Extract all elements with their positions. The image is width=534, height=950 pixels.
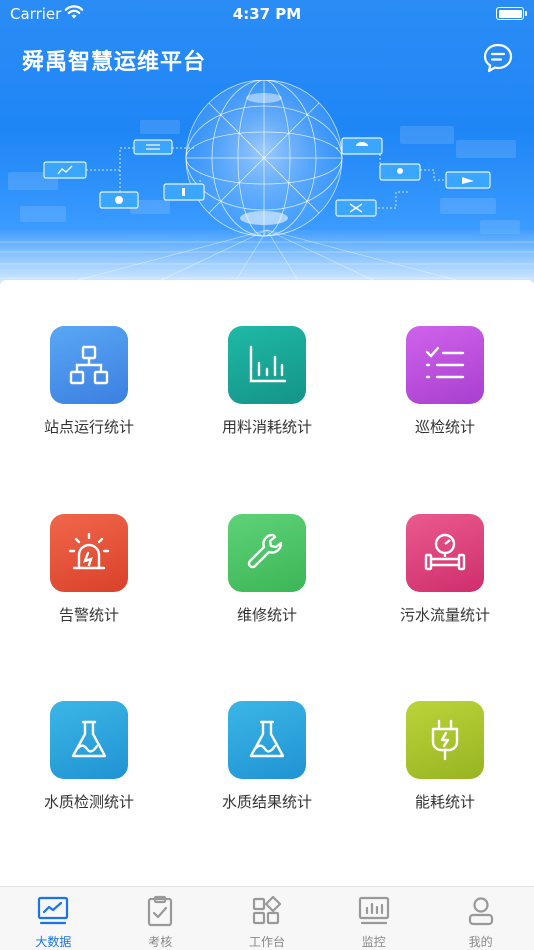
feature-label: 巡检统计 — [414, 418, 475, 436]
status-bar: Carrier 4:37 PM — [0, 0, 534, 28]
plug-icon[interactable] — [406, 701, 484, 779]
network-globe-illustration — [0, 80, 534, 290]
tab-monitor-bars[interactable]: 监控 — [320, 887, 427, 950]
feature-label: 水质检测统计 — [43, 793, 134, 811]
feature-tile[interactable]: 巡检统计 — [356, 280, 534, 436]
feature-tile[interactable]: 站点运行统计 — [0, 280, 178, 436]
feature-tile[interactable]: 污水流量统计 — [356, 468, 534, 624]
tab-bar: 大数据 考核 工作台 监控 我的 — [0, 886, 534, 950]
tab-label: 考核 — [148, 935, 173, 949]
feature-panel: 站点运行统计 用料消耗统计 巡检统计告警统计 维修统计 污水流量统计水质检测统计 水质结果… — [0, 280, 534, 886]
sitemap-icon[interactable] — [50, 326, 128, 404]
chat-bubble-icon[interactable] — [482, 42, 514, 74]
bar-chart-icon[interactable] — [228, 326, 306, 404]
feature-label: 能耗统计 — [414, 793, 475, 811]
feature-label: 站点运行统计 — [43, 418, 134, 436]
header-banner: Carrier 4:37 PM 舜禹智慧运维平台 — [0, 0, 534, 290]
tab-apps-grid[interactable]: 工作台 — [214, 887, 321, 950]
feature-tile[interactable]: 能耗统计 — [356, 655, 534, 811]
feature-tile[interactable]: 维修统计 — [178, 468, 356, 624]
tab-label: 我的 — [468, 935, 493, 949]
battery-icon — [496, 7, 527, 20]
feature-label: 污水流量统计 — [399, 605, 490, 624]
feature-label: 告警统计 — [58, 605, 119, 624]
tab-user[interactable]: 我的 — [427, 887, 534, 950]
flowmeter-icon[interactable] — [406, 513, 484, 592]
feature-label: 水质结果统计 — [221, 793, 312, 811]
tab-label: 工作台 — [248, 935, 285, 949]
tab-clipboard-check[interactable]: 考核 — [107, 887, 214, 950]
tab-trend-monitor[interactable]: 大数据 — [0, 887, 107, 950]
alarm-icon[interactable] — [50, 513, 128, 592]
clock: 4:37 PM — [232, 5, 302, 23]
feature-label: 用料消耗统计 — [221, 418, 312, 436]
tab-label: 大数据 — [35, 935, 72, 949]
page-title: 舜禹智慧运维平台 — [22, 50, 207, 75]
feature-tile[interactable]: 水质检测统计 — [0, 655, 178, 811]
flask-icon[interactable] — [228, 701, 306, 779]
feature-tile[interactable]: 告警统计 — [0, 468, 178, 624]
flask-icon[interactable] — [50, 701, 128, 779]
wrench-icon[interactable] — [228, 513, 306, 592]
tab-label: 监控 — [361, 935, 386, 949]
checklist-icon[interactable] — [406, 326, 484, 404]
feature-label: 维修统计 — [236, 605, 297, 624]
feature-tile[interactable]: 水质结果统计 — [178, 655, 356, 811]
feature-tile[interactable]: 用料消耗统计 — [178, 280, 356, 436]
